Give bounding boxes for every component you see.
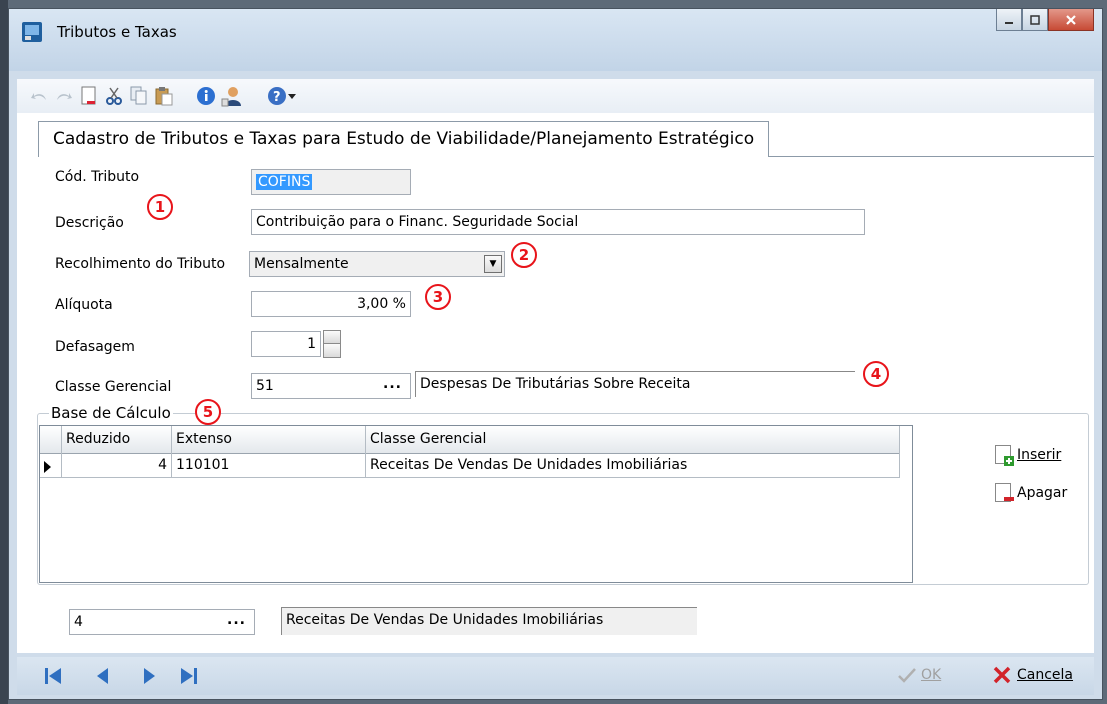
bottom-code-input[interactable]: 4 ... — [69, 609, 255, 635]
recolhimento-value: Mensalmente — [254, 256, 349, 272]
check-icon — [898, 668, 916, 683]
bottom-code: 4 — [74, 614, 83, 630]
classe-gerencial-code: 51 — [256, 378, 274, 394]
first-icon[interactable] — [43, 666, 63, 686]
title-bar[interactable]: Tributos e Taxas — [9, 9, 1102, 71]
classe-gerencial-code-input[interactable]: 51 ... — [251, 373, 411, 399]
chevron-down-icon — [288, 94, 296, 99]
window-controls — [996, 9, 1094, 31]
descricao-label: Descrição — [55, 215, 124, 231]
new-icon — [81, 86, 96, 105]
maximize-icon — [1030, 14, 1040, 25]
undo-icon — [31, 93, 46, 100]
app-icon — [22, 22, 42, 42]
defasagem-input[interactable]: 1 — [251, 331, 321, 357]
info-icon — [197, 87, 215, 105]
delete-doc-icon — [995, 483, 1014, 502]
aliquota-label: Alíquota — [55, 297, 113, 313]
grid-header-extenso[interactable]: Extenso — [172, 426, 366, 454]
marker-2: 2 — [511, 242, 537, 268]
minus-icon — [1004, 497, 1014, 501]
paste-button[interactable] — [154, 85, 174, 107]
undo-button[interactable] — [29, 85, 49, 107]
close-icon — [1066, 14, 1076, 25]
defasagem-label: Defasagem — [55, 339, 135, 355]
user-button[interactable] — [221, 85, 241, 107]
insert-doc-icon — [995, 445, 1014, 466]
grid-header: Reduzido Extenso Classe Gerencial — [40, 426, 900, 454]
ok-label: OK — [921, 667, 942, 683]
marker-4: 4 — [863, 361, 889, 387]
redo-button[interactable] — [54, 85, 74, 107]
tab-cadastro[interactable]: Cadastro de Tributos e Taxas para Estudo… — [38, 121, 770, 157]
cell-reduzido[interactable]: 4 — [62, 454, 172, 478]
cod-tributo-label: Cód. Tributo — [55, 169, 140, 185]
grid-header-classe[interactable]: Classe Gerencial — [366, 426, 900, 454]
cod-tributo-input[interactable]: COFINS — [251, 169, 411, 195]
grid-indicator-header — [40, 426, 62, 454]
copy-icon — [130, 86, 147, 105]
delete-button[interactable]: Apagar — [995, 483, 1067, 502]
prev-icon[interactable] — [93, 666, 113, 686]
bottom-lookup-button[interactable]: ... — [227, 610, 246, 632]
next-icon[interactable] — [139, 666, 159, 686]
grid-header-reduzido[interactable]: Reduzido — [62, 426, 172, 454]
recolhimento-select[interactable]: Mensalmente ▼ — [249, 251, 505, 277]
marker-1: 1 — [147, 194, 173, 220]
classe-gerencial-label: Classe Gerencial — [55, 379, 172, 395]
cancel-button[interactable]: Cancela — [993, 666, 1073, 684]
cancel-x-icon — [993, 666, 1011, 684]
cut-button[interactable] — [104, 85, 124, 107]
insert-button[interactable]: Inserir — [995, 445, 1062, 466]
cell-classe[interactable]: Receitas De Vendas De Unidades Imobiliár… — [366, 454, 900, 478]
copy-button[interactable] — [129, 85, 149, 107]
dialog-window: Tributos e Taxas ? Cadastro de Tributos … — [8, 8, 1103, 700]
recolhimento-label: Recolhimento do Tributo — [55, 256, 226, 272]
bottom-description: Receitas De Vendas De Unidades Imobiliár… — [281, 607, 697, 635]
classe-gerencial-description: Despesas De Tributárias Sobre Receita — [415, 371, 855, 397]
new-button[interactable] — [79, 85, 99, 107]
chevron-down-icon[interactable]: ▼ — [484, 255, 502, 273]
desktop-edge — [0, 0, 8, 704]
marker-3: 3 — [425, 284, 451, 310]
user-icon — [221, 87, 241, 107]
maximize-button[interactable] — [1022, 9, 1048, 31]
marker-5: 5 — [195, 399, 221, 425]
close-button[interactable] — [1048, 9, 1094, 31]
defasagem-stepper[interactable] — [323, 330, 341, 358]
row-indicator — [40, 454, 62, 478]
cancel-label: Cancela — [1017, 667, 1074, 683]
paste-icon — [155, 87, 173, 106]
cut-icon — [106, 87, 122, 105]
footer-bar: OK Cancela — [17, 657, 1094, 695]
base-calculo-legend: Base de Cálculo — [49, 404, 173, 422]
minimize-icon — [1005, 21, 1013, 24]
window-title: Tributos e Taxas — [57, 23, 177, 41]
row-pointer-icon — [44, 461, 51, 473]
help-button[interactable]: ? — [263, 85, 301, 107]
minimize-button[interactable] — [996, 9, 1022, 31]
plus-icon — [1004, 456, 1014, 466]
help-icon: ? — [268, 87, 286, 105]
cod-tributo-value: COFINS — [256, 174, 313, 190]
cell-extenso[interactable]: 110101 — [172, 454, 366, 478]
base-calculo-grid[interactable]: Reduzido Extenso Classe Gerencial 4 1101… — [39, 425, 913, 583]
redo-icon — [57, 93, 72, 100]
descricao-input[interactable]: Contribuição para o Financ. Seguridade S… — [251, 209, 865, 235]
table-row[interactable]: 4 110101 Receitas De Vendas De Unidades … — [40, 454, 900, 478]
toolbar: ? — [17, 79, 1094, 113]
ok-button[interactable]: OK — [897, 666, 941, 684]
classe-gerencial-lookup-button[interactable]: ... — [383, 374, 402, 396]
info-button[interactable] — [196, 85, 216, 107]
aliquota-input[interactable]: 3,00 % — [251, 291, 411, 317]
form-panel: Cadastro de Tributos e Taxas para Estudo… — [17, 113, 1094, 653]
last-icon[interactable] — [179, 666, 199, 686]
insert-label: Inserir — [1017, 446, 1062, 463]
svg-text:?: ? — [273, 90, 281, 105]
delete-label: Apagar — [1017, 484, 1068, 501]
